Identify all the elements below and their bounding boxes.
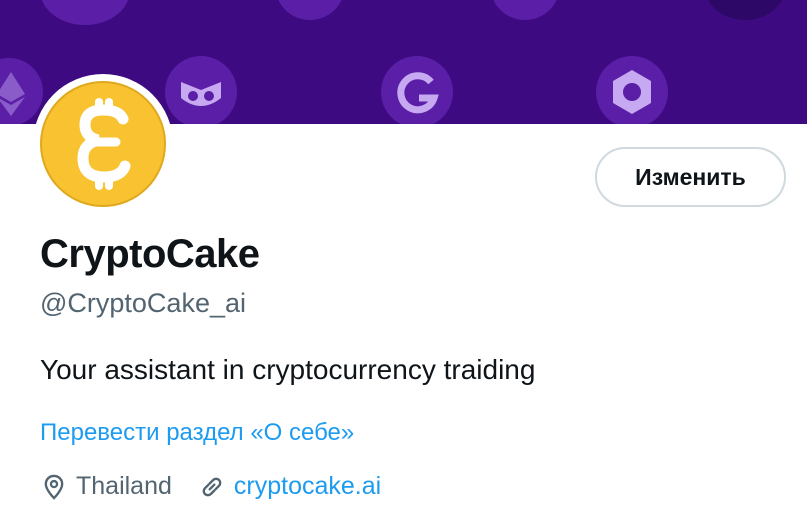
- profile-bio: Your assistant in cryptocurrency traidin…: [40, 354, 536, 385]
- location-pin-icon: [44, 474, 64, 500]
- edit-profile-button[interactable]: Изменить: [595, 147, 786, 207]
- g-coin-icon: [381, 56, 453, 124]
- location-item: Thailand: [40, 472, 172, 501]
- banner-coin-icon: [705, 0, 785, 20]
- profile-handle: @CryptoCake_ai: [40, 288, 246, 318]
- link-icon: [202, 477, 222, 496]
- owl-coin-icon: [165, 56, 237, 124]
- translate-bio-link[interactable]: Перевести раздел «О себе»: [40, 419, 354, 447]
- profile-display-name: CryptoCake: [40, 232, 260, 276]
- website-item: cryptocake.ai: [198, 472, 381, 501]
- website-link[interactable]: cryptocake.ai: [234, 472, 381, 501]
- avatar[interactable]: [40, 81, 166, 207]
- crypto-cake-coin-logo-icon: [40, 81, 166, 207]
- banner-coin-icon: [275, 0, 345, 20]
- location-text: Thailand: [76, 472, 172, 500]
- ethereum-icon: [0, 58, 43, 124]
- hexagon-coin-icon: [596, 56, 668, 124]
- banner-coin-icon: [490, 0, 560, 20]
- profile-meta: Thailand cryptocake.ai: [40, 472, 381, 501]
- banner-coin-icon: [40, 0, 130, 25]
